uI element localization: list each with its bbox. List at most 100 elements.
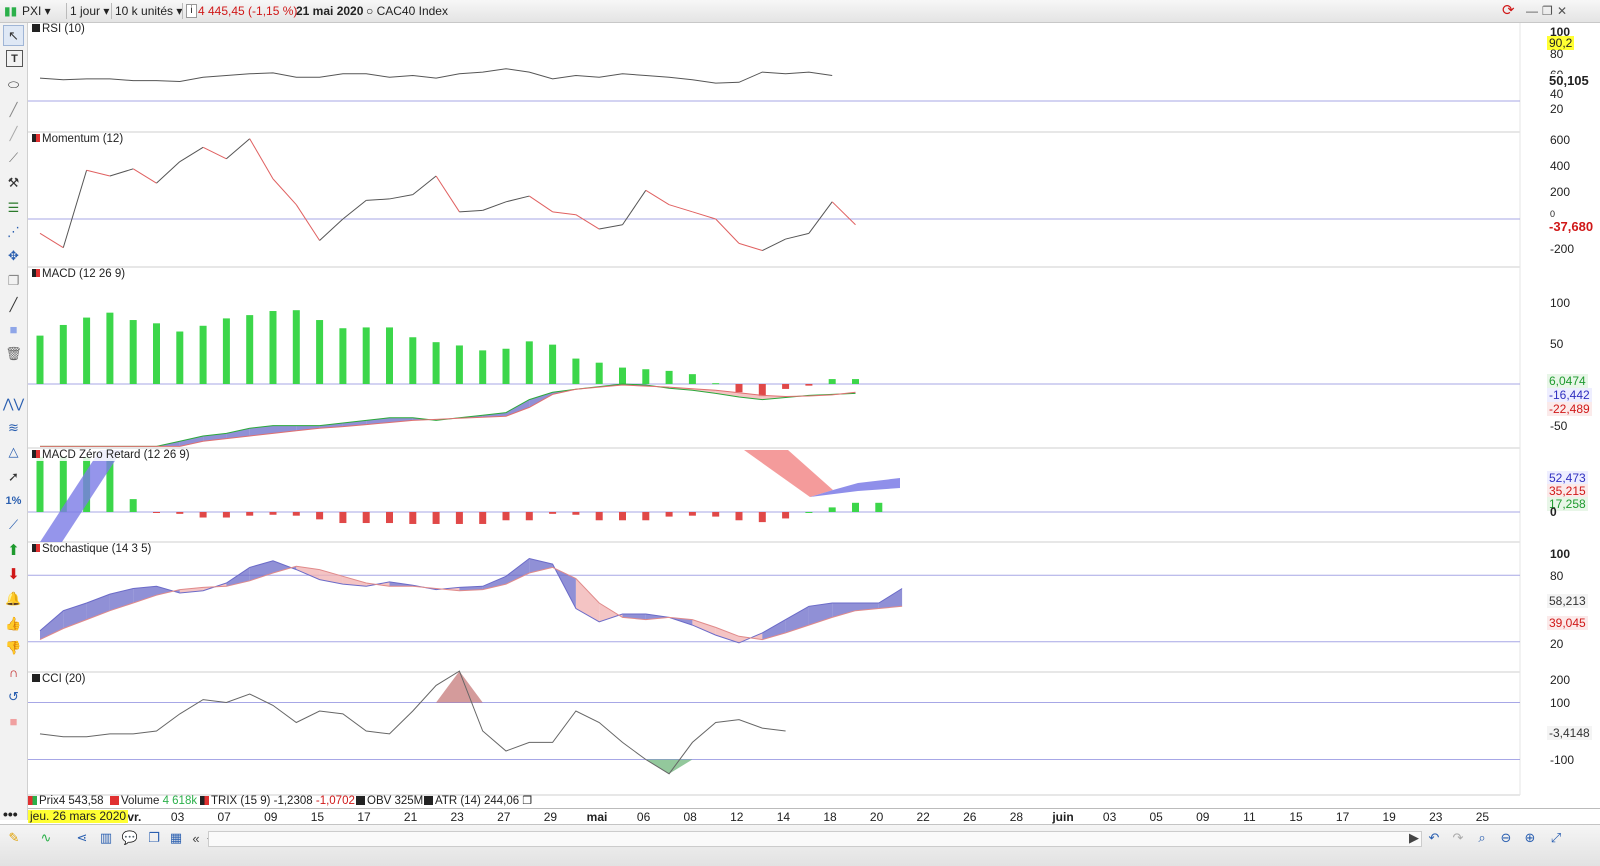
momentum-scale-200: 200	[1550, 185, 1571, 199]
minimize-icon[interactable]: —	[1526, 3, 1538, 19]
legend-obv[interactable]: OBV 325M	[356, 795, 423, 808]
pattern-icon[interactable]: ⋀⋁	[3, 393, 24, 414]
zoom-in-icon[interactable]: ⊕	[1520, 829, 1540, 847]
thumbs-down-icon[interactable]: 👎	[3, 637, 24, 658]
chart-area[interactable]: RSI (10) Momentum (12) MACD (12 26 9) MA…	[28, 23, 1600, 820]
cci-title-text: CCI (20)	[42, 673, 86, 685]
undo-icon[interactable]: ↺	[3, 686, 24, 707]
rectangle-icon[interactable]: ■	[3, 319, 24, 340]
line-tool-icon[interactable]: ╱	[3, 99, 24, 120]
stochastic-band	[878, 588, 903, 609]
macd-signal-band	[179, 436, 204, 447]
down-arrow-icon[interactable]: ⬇	[3, 563, 24, 584]
scroll-right-icon[interactable]: ▶	[1404, 829, 1424, 847]
legend-trix-value-2: -1,0702	[315, 795, 355, 807]
momentum-segment	[156, 161, 181, 184]
text-tool-icon[interactable]: T	[6, 50, 23, 67]
restore-icon[interactable]: ❐	[1542, 3, 1553, 19]
symbol-selector[interactable]: PXI ▾	[22, 3, 51, 19]
macd-value-1: 6,0474	[1547, 374, 1588, 388]
stochastic-title[interactable]: Stochastique (14 3 5)	[30, 543, 154, 555]
date-label: 09	[1196, 810, 1210, 824]
window-icon[interactable]: ❐	[144, 829, 164, 847]
arrow-icon[interactable]: ➚	[3, 466, 24, 487]
macd-histogram-bar	[549, 344, 557, 384]
index-radio[interactable]: ○ CAC40 Index	[366, 3, 448, 19]
legend-obv-label: OBV	[367, 795, 392, 807]
zero-lag-histogram-bar	[688, 512, 696, 516]
legend-atr[interactable]: ATR (14) 244,06 ❐	[424, 795, 532, 808]
comment-icon[interactable]: 💬	[120, 829, 140, 847]
menu-dots-icon[interactable]: •••	[3, 806, 18, 822]
ray-line-icon[interactable]: ╱	[3, 123, 24, 144]
thumbs-up-icon[interactable]: 👍	[3, 613, 24, 634]
grid-icon[interactable]: ▦	[166, 829, 186, 847]
ellipse-tool-icon[interactable]: ⬭	[3, 74, 24, 95]
date-label: 03	[1102, 810, 1117, 824]
fibonacci-icon[interactable]: ☰	[3, 197, 24, 218]
horizontal-scrollbar[interactable]	[208, 831, 1422, 847]
up-arrow-icon[interactable]: ⬆	[3, 539, 24, 560]
bottom-toolbar: ✎ ∿ ⋖ ▥ 💬 ❐ ▦ « ◀ ▶ ↶ ↷ ⌕ ⊖ ⊕ ⤢	[0, 824, 1600, 866]
macd-histogram-bar	[455, 345, 463, 384]
rsi-title[interactable]: RSI (10)	[30, 23, 87, 35]
date-axis[interactable]: avr. 03 07 09 15 17 21 23 27 29 mai 06 08 12 14 18 20 22 2…	[28, 808, 1600, 824]
trash-icon[interactable]: 🗑	[3, 343, 24, 364]
close-icon[interactable]: ✕	[1557, 3, 1567, 19]
momentum-segment	[552, 211, 576, 216]
momentum-segment	[295, 204, 321, 241]
zero-lag-histogram-bar	[316, 512, 324, 520]
info-icon[interactable]: i	[186, 4, 197, 18]
legend-price[interactable]: Prix4 543,58	[28, 795, 104, 808]
zero-lag-histogram-bar	[36, 456, 44, 512]
macd-histogram-bar	[572, 358, 580, 384]
momentum-scale-400: 400	[1550, 159, 1571, 173]
triangle-icon[interactable]: △	[3, 441, 24, 462]
redo-action-icon[interactable]: ↷	[1448, 829, 1468, 847]
magnet-icon[interactable]: ∩	[3, 662, 24, 683]
eraser-icon[interactable]: ■	[3, 711, 24, 732]
share-icon[interactable]: ⋖	[72, 829, 92, 847]
zero-lag-histogram-bar	[339, 512, 347, 524]
alert-bell-icon[interactable]: 🔔	[3, 588, 24, 609]
pencil-icon[interactable]: ╱	[3, 294, 24, 315]
date-label: 14	[776, 810, 791, 824]
zero-lag-histogram-bar	[525, 512, 533, 521]
stochastic-band	[832, 602, 856, 618]
zoom-reset-icon[interactable]: ⌕	[1472, 829, 1492, 847]
channel-icon[interactable]: ⟋	[3, 514, 24, 535]
macd-histogram-bar	[106, 312, 114, 384]
momentum-segment	[785, 232, 810, 240]
percent-icon[interactable]: 1%	[3, 490, 24, 511]
trend-line-icon[interactable]: ⟋	[3, 147, 24, 168]
rsi-scale-80: 80	[1550, 47, 1564, 61]
zoom-out-icon[interactable]: ⊖	[1496, 829, 1516, 847]
legend-window-icon[interactable]: ❐	[522, 795, 532, 807]
zero-lag-title[interactable]: MACD Zéro Retard (12 26 9)	[30, 449, 192, 461]
refresh-icon[interactable]: ⟳	[1502, 3, 1515, 19]
date-label: 17	[357, 810, 371, 824]
tools-icon[interactable]: ⚒	[3, 172, 24, 193]
fit-screen-icon[interactable]: ⤢	[1546, 829, 1566, 847]
move-icon[interactable]: ✥	[3, 245, 24, 266]
draw-pencil-icon[interactable]: ✎	[4, 829, 24, 847]
candlestick-icon[interactable]: ▮▮	[4, 3, 17, 19]
pointer-icon[interactable]: ↖	[3, 25, 24, 46]
macd-title[interactable]: MACD (12 26 9)	[30, 268, 128, 280]
macd-histogram-bar	[642, 369, 650, 384]
cci-title[interactable]: CCI (20)	[30, 673, 88, 685]
legend-trix[interactable]: TRIX (15 9) -1,2308 -1,0702	[200, 795, 355, 808]
fan-icon[interactable]: ⋰	[3, 221, 24, 242]
chart-type-icon[interactable]: ∿	[36, 829, 56, 847]
undo-action-icon[interactable]: ↶	[1424, 829, 1444, 847]
units-selector[interactable]: 10 k unités ▾	[115, 3, 182, 19]
wave-icon[interactable]: ≋	[3, 417, 24, 438]
date-label: 09	[264, 810, 278, 824]
copy-icon[interactable]: ❐	[3, 270, 24, 291]
stochastic-band	[692, 619, 716, 636]
price-swatch	[28, 796, 37, 805]
period-selector[interactable]: 1 jour ▾	[70, 3, 109, 19]
momentum-title[interactable]: Momentum (12)	[30, 133, 126, 145]
legend-volume[interactable]: Volume 4 618k	[110, 795, 197, 808]
layout-icon[interactable]: ▥	[96, 829, 116, 847]
